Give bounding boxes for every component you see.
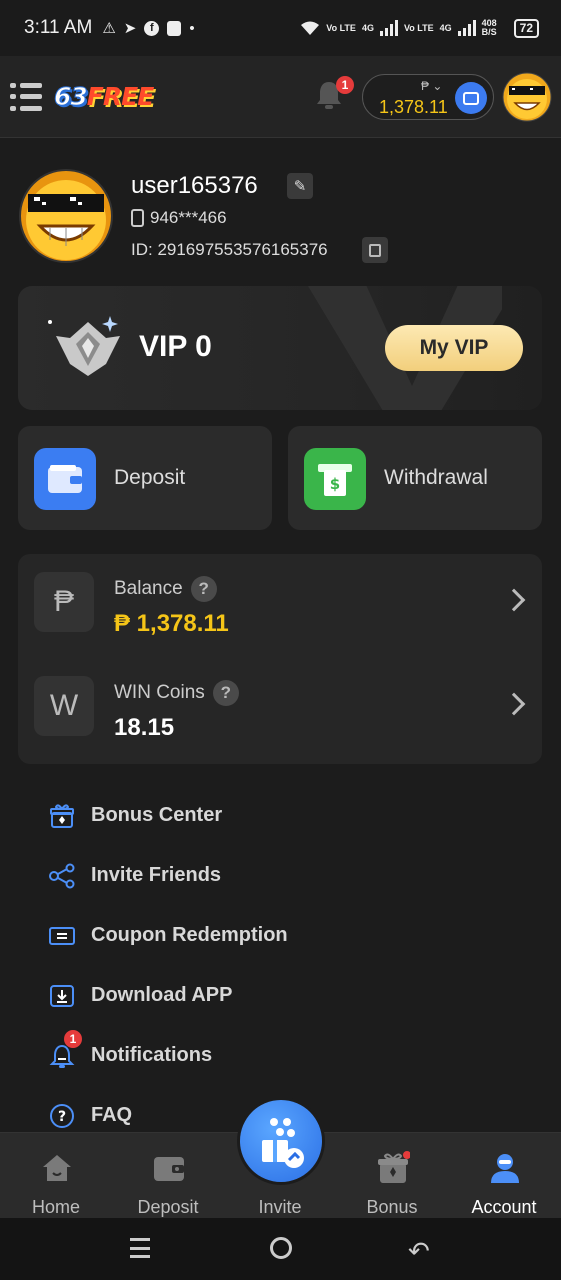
dot-icon: • <box>189 19 195 37</box>
vip-level: VIP 0 <box>139 330 212 363</box>
menu-item-coupon-redemption[interactable]: Coupon Redemption <box>0 906 561 966</box>
deposit-button[interactable]: Deposit <box>18 426 272 530</box>
net-speed: 408 B/S <box>481 18 497 37</box>
network-type-1: Vo LTE <box>326 22 356 33</box>
battery-indicator: 72 <box>513 18 539 38</box>
vip-card: VIP 0 My VIP <box>18 286 542 410</box>
help-icon: ? <box>50 1104 74 1128</box>
balance-card: ₱ Balance ? ₱ 1,378.11 W WIN Coins ? 18.… <box>18 554 542 764</box>
user-icon <box>491 1154 519 1183</box>
withdrawal-label: Withdrawal <box>384 466 488 489</box>
invite-gift-icon <box>262 1118 304 1168</box>
home-button[interactable] <box>270 1237 292 1259</box>
notifications-badge: 1 <box>64 1030 82 1048</box>
chevron-right-icon <box>502 588 526 612</box>
wallet-icon <box>154 1157 184 1181</box>
balance-value: ₱ 1,378.11 <box>114 610 229 637</box>
phone-number: 946***466 <box>131 208 227 228</box>
app-logo[interactable]: 63FREE <box>54 82 155 112</box>
profile-section: user165376 ✎ 946***466 ID: 2916975535761… <box>0 138 561 288</box>
network-gen-2: 4G <box>439 22 452 33</box>
recent-apps-button[interactable] <box>130 1238 150 1258</box>
user-id: ID: 291697553576165376 <box>131 240 328 259</box>
phone-icon <box>131 209 144 227</box>
account-menu: Bonus Center Invite Friends Coupon Redem… <box>0 786 561 1146</box>
wallet-icon <box>34 448 96 510</box>
menu-item-download-app[interactable]: Download APP <box>0 966 561 1026</box>
help-icon[interactable]: ? <box>190 576 217 602</box>
help-icon[interactable]: ? <box>212 680 239 706</box>
nav-bonus[interactable]: Bonus <box>342 1143 442 1217</box>
svg-text:$: $ <box>330 475 340 493</box>
app-header: 63FREE 1 ₱ ⌄ 1,378.11 <box>0 56 561 138</box>
currency-selector[interactable]: ₱ ⌄ <box>421 79 442 93</box>
telegram-icon: ➤ <box>123 20 137 37</box>
status-bar: 3:11 AM ⚠ ➤ f • Vo LTE 4G Vo LTE 4G 408 … <box>0 0 561 56</box>
wallet-amount: 1,378.11 <box>379 97 448 117</box>
deposit-label: Deposit <box>114 466 186 489</box>
ticket-icon <box>49 927 75 945</box>
nav-account[interactable]: Account <box>454 1143 554 1217</box>
hamburger-menu-icon[interactable] <box>10 82 42 111</box>
balance-label: Balance <box>114 578 183 599</box>
profile-avatar[interactable] <box>18 168 114 264</box>
vip-badge-icon <box>48 316 120 376</box>
invite-fab-button[interactable] <box>240 1100 322 1182</box>
menu-item-notifications[interactable]: 1 Notifications <box>0 1026 561 1086</box>
gift-icon <box>50 804 74 828</box>
peso-icon: ₱ <box>34 572 94 632</box>
balance-row[interactable]: ₱ Balance ? ₱ 1,378.11 <box>18 554 542 658</box>
wifi-icon <box>301 21 320 35</box>
copy-id-icon[interactable] <box>362 237 388 263</box>
gift-icon <box>378 1151 410 1183</box>
clock: 3:11 AM <box>24 17 93 38</box>
wallet-balance-pill[interactable]: ₱ ⌄ 1,378.11 <box>362 74 494 120</box>
share-icon <box>49 863 75 889</box>
system-navigation-bar: ↶ <box>0 1218 561 1280</box>
wallet-icon[interactable] <box>455 82 487 114</box>
signal-icon <box>379 20 398 36</box>
nav-deposit[interactable]: Deposit <box>118 1143 218 1217</box>
win-coins-label: WIN Coins <box>114 682 205 703</box>
win-coin-icon: W <box>34 676 94 736</box>
signal-icon-2 <box>457 20 476 36</box>
network-type-2: Vo LTE <box>403 22 434 33</box>
facebook-icon: f <box>144 20 160 36</box>
network-gen-1: 4G <box>361 22 374 33</box>
home-icon <box>43 1155 71 1181</box>
win-coins-value: 18.15 <box>114 714 175 741</box>
messenger-icon <box>167 20 182 36</box>
username: user165376 <box>131 172 258 199</box>
avatar[interactable] <box>502 72 552 122</box>
chevron-right-icon <box>502 692 526 716</box>
nav-home[interactable]: Home <box>6 1143 106 1217</box>
notification-badge: 1 <box>336 76 354 94</box>
my-vip-button[interactable]: My VIP <box>385 325 523 371</box>
atm-cash-icon: $ <box>304 448 366 510</box>
edit-username-icon[interactable]: ✎ <box>287 173 313 199</box>
win-coins-row[interactable]: W WIN Coins ? 18.15 <box>18 658 542 762</box>
menu-item-bonus-center[interactable]: Bonus Center <box>0 786 561 846</box>
withdrawal-button[interactable]: $ Withdrawal <box>288 426 542 530</box>
menu-item-invite-friends[interactable]: Invite Friends <box>0 846 561 906</box>
svg-text:?: ? <box>58 1109 66 1125</box>
warning-icon: ⚠ <box>102 20 116 37</box>
notification-bell-button[interactable]: 1 <box>312 76 354 114</box>
download-icon <box>50 985 74 1007</box>
back-button[interactable]: ↶ <box>408 1236 430 1267</box>
